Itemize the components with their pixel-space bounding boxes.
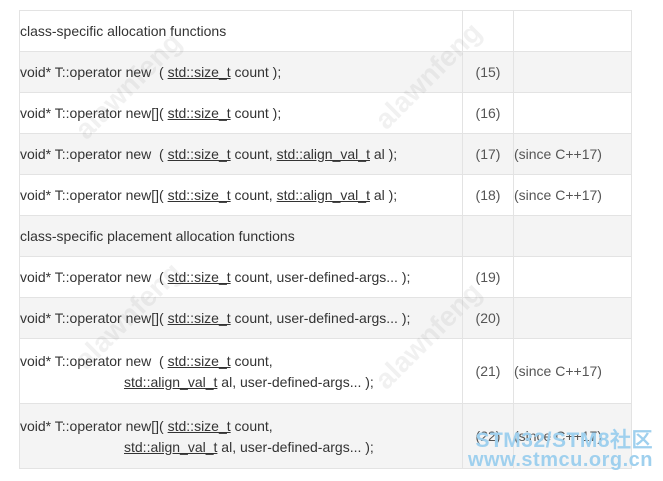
- declaration-signature: void* T::operator new[]( std::size_t cou…: [19, 174, 463, 216]
- declaration-row: void* T::operator new ( std::size_t coun…: [19, 338, 632, 404]
- since-version: [513, 51, 632, 93]
- signature-open: (: [159, 187, 168, 203]
- declaration-row: void* T::operator new ( std::size_t coun…: [19, 256, 632, 298]
- type-link[interactable]: std::size_t: [168, 187, 231, 203]
- type-link[interactable]: std::align_val_t: [124, 439, 217, 455]
- signature-text: count );: [230, 105, 282, 121]
- signature-text: count,: [230, 146, 277, 162]
- type-link[interactable]: std::align_val_t: [277, 187, 370, 203]
- signature-text: count,: [230, 187, 277, 203]
- since-version: [513, 92, 632, 134]
- signature-open: (: [159, 417, 168, 434]
- section-header-row: class-specific allocation functions: [19, 10, 632, 52]
- declaration-signature: void* T::operator new[]( std::size_t cou…: [19, 92, 463, 134]
- signature-open: (: [151, 146, 168, 162]
- section-header: class-specific allocation functions: [19, 10, 463, 52]
- type-link[interactable]: std::align_val_t: [277, 146, 370, 162]
- signature-text: count, user-defined-args... );: [230, 269, 411, 285]
- declaration-table-body: class-specific allocation functions void*…: [19, 10, 632, 469]
- type-link[interactable]: std::size_t: [168, 269, 231, 285]
- empty-cell: [462, 215, 514, 257]
- signature-open: (: [159, 310, 168, 326]
- signature-open: (: [159, 105, 168, 121]
- section-header-row: class-specific placement allocation func…: [19, 215, 632, 257]
- since-version: [513, 297, 632, 339]
- type-link[interactable]: std::size_t: [168, 64, 231, 80]
- overload-number: (20): [462, 297, 514, 339]
- declaration-table: class-specific allocation functions void*…: [19, 10, 632, 469]
- declaration-row: void* T::operator new[]( std::size_t cou…: [19, 174, 632, 216]
- signature-text: count );: [230, 64, 282, 80]
- since-version: (since C++17): [513, 338, 632, 404]
- signature-text: al, user-defined-args... );: [217, 373, 374, 390]
- type-link[interactable]: std::size_t: [168, 353, 231, 369]
- type-link[interactable]: std::size_t: [168, 418, 231, 434]
- declaration-signature: void* T::operator new ( std::size_t coun…: [19, 256, 463, 298]
- since-version: (since C++17): [513, 174, 632, 216]
- signature-text: count,: [230, 417, 273, 434]
- declaration-signature: void* T::operator new ( std::size_t coun…: [19, 338, 463, 404]
- signature-text: al );: [369, 146, 398, 162]
- declaration-signature: void* T::operator new[]( std::size_t cou…: [19, 403, 463, 469]
- overload-number: (21): [462, 338, 514, 404]
- since-version: [513, 256, 632, 298]
- declaration-row: void* T::operator new ( std::size_t coun…: [19, 51, 632, 93]
- overload-number: (17): [462, 133, 514, 175]
- signature-continuation: std::align_val_t al, user-defined-args..…: [21, 373, 462, 390]
- signature-prefix: void* T::operator new[]: [20, 105, 160, 121]
- type-link[interactable]: std::size_t: [168, 105, 231, 121]
- overload-number: (15): [462, 51, 514, 93]
- declaration-signature: void* T::operator new ( std::size_t coun…: [19, 133, 463, 175]
- type-link[interactable]: std::align_val_t: [124, 374, 217, 390]
- signature-prefix: void* T::operator new: [20, 269, 152, 285]
- declaration-signature: void* T::operator new ( std::size_t coun…: [19, 51, 463, 93]
- site-logo-url: www.stmcu.org.cn: [467, 449, 653, 471]
- declaration-signature: void* T::operator new[]( std::size_t cou…: [19, 297, 463, 339]
- type-link[interactable]: std::size_t: [168, 146, 231, 162]
- signature-text: al );: [369, 187, 398, 203]
- empty-cell: [513, 215, 632, 257]
- overload-number: (18): [462, 174, 514, 216]
- signature-text: count,: [230, 352, 273, 369]
- signature-prefix: void* T::operator new[]: [20, 187, 160, 203]
- type-link[interactable]: std::size_t: [168, 310, 231, 326]
- signature-prefix: void* T::operator new[]: [20, 310, 160, 326]
- signature-open: (: [151, 269, 168, 285]
- signature-prefix: void* T::operator new[]: [20, 417, 160, 434]
- signature-open: (: [151, 64, 168, 80]
- signature-text: count, user-defined-args... );: [230, 310, 411, 326]
- signature-open: (: [151, 352, 168, 369]
- declaration-row: void* T::operator new[]( std::size_t cou…: [19, 297, 632, 339]
- signature-continuation: std::align_val_t al, user-defined-args..…: [21, 438, 462, 455]
- since-version: (since C++17): [513, 133, 632, 175]
- overload-number: (16): [462, 92, 514, 134]
- empty-cell: [513, 10, 632, 52]
- signature-prefix: void* T::operator new: [20, 64, 152, 80]
- overload-number: (19): [462, 256, 514, 298]
- declaration-row: void* T::operator new ( std::size_t coun…: [19, 133, 632, 175]
- declaration-row: void* T::operator new[]( std::size_t cou…: [19, 92, 632, 134]
- signature-text: al, user-defined-args... );: [217, 438, 374, 455]
- empty-cell: [462, 10, 514, 52]
- section-header: class-specific placement allocation func…: [19, 215, 463, 257]
- signature-prefix: void* T::operator new: [20, 352, 152, 369]
- signature-prefix: void* T::operator new: [20, 146, 152, 162]
